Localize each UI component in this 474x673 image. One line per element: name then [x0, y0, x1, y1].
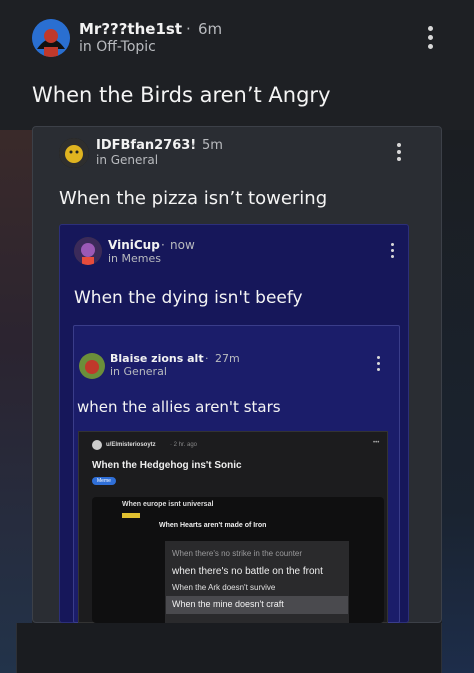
post-time: 5m	[202, 138, 223, 153]
more-options-icon[interactable]	[377, 356, 380, 371]
post-dot: ·	[161, 238, 165, 252]
background-art-right	[442, 130, 474, 673]
post-title: When the pizza isn’t towering	[59, 188, 328, 209]
list-item: when there's no battle on the front	[172, 566, 323, 577]
post-community[interactable]: in General	[96, 153, 158, 167]
more-options-icon[interactable]	[391, 243, 394, 258]
reddit-flair: Meme	[92, 477, 116, 485]
nested-subtitle: When Hearts aren't made of Iron	[159, 522, 267, 529]
list-item: When the mine doesn't craft	[172, 599, 284, 609]
reddit-meta: · 2 hr. ago	[170, 442, 198, 448]
reddit-username: u/Elmisteriosoytz	[106, 442, 156, 448]
post-title: When the Birds aren’t Angry	[32, 83, 331, 107]
user-avatar[interactable]	[74, 237, 102, 265]
user-avatar[interactable]	[59, 138, 89, 168]
nested-flair	[122, 513, 140, 518]
list-item: When the Ark doesn't survive	[172, 583, 276, 592]
user-avatar[interactable]	[79, 353, 105, 379]
reddit-avatar-icon	[92, 440, 102, 450]
post-time: 6m	[198, 20, 223, 38]
post-time: 27m	[215, 352, 240, 365]
background-art	[0, 130, 32, 673]
avatar-character-icon	[74, 237, 102, 265]
post-username[interactable]: Mr???the1st	[79, 20, 182, 38]
post-username[interactable]: ViniCup	[108, 238, 160, 252]
reddit-title: When the Hedgehog ins't Sonic	[92, 460, 242, 471]
post-community[interactable]: in Off-Topic	[79, 39, 156, 55]
more-options-icon[interactable]	[397, 143, 401, 161]
post-username[interactable]: IDFBfan2763!	[96, 138, 196, 153]
post-username[interactable]: Blaise zions alt	[110, 352, 204, 365]
bottom-divider	[16, 623, 17, 673]
avatar-figure-icon	[32, 19, 70, 57]
avatar-character-icon	[79, 353, 105, 379]
reddit-more-icon: •••	[373, 440, 380, 446]
avatar-face-icon	[59, 138, 89, 168]
post-community[interactable]: in General	[110, 365, 167, 378]
list-item: When there's no strike in the counter	[172, 549, 303, 558]
post-title: when the allies aren't stars	[77, 398, 281, 416]
post-time: now	[170, 238, 195, 252]
nested-title: When europe isnt universal	[122, 501, 214, 508]
more-options-icon[interactable]	[428, 26, 433, 49]
post-dot: ·	[186, 20, 191, 38]
bottom-fade	[16, 623, 442, 673]
post-title: When the dying isn't beefy	[74, 288, 303, 308]
post-community[interactable]: in Memes	[108, 252, 161, 265]
bottom-divider	[441, 623, 442, 673]
post-dot: ·	[191, 138, 196, 153]
user-avatar[interactable]	[32, 19, 70, 57]
post-dot: ·	[205, 352, 209, 365]
